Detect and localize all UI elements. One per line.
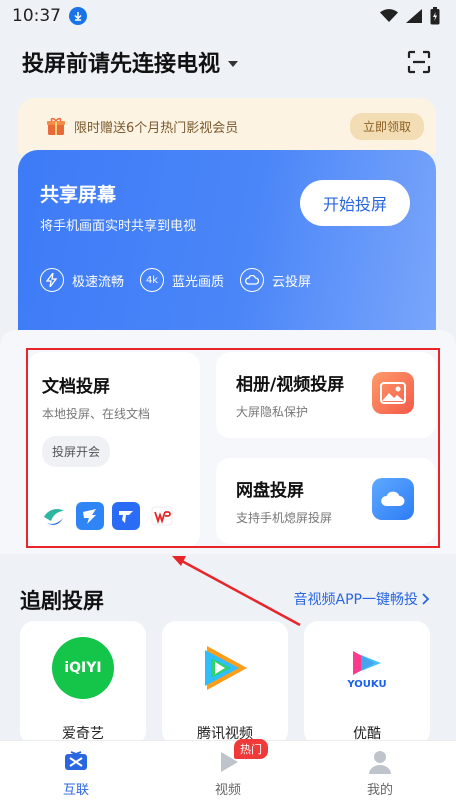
status-left: 10:37 [12,6,87,26]
connect-icon [65,751,87,770]
user-icon [369,751,391,774]
header: 投屏前请先连接电视 [0,40,456,84]
scan-button[interactable] [404,47,434,77]
feature-label: 蓝光画质 [172,274,225,290]
clock: 10:37 [12,6,61,26]
4k-icon: 4k [140,268,165,292]
nav-item-connect[interactable]: 互联 [26,749,126,798]
nav-item-video[interactable]: 热门 视频 [178,739,278,798]
album-video-cast-card[interactable]: 相册/视频投屏 大屏隐私保护 [216,352,436,438]
nav-label: 视频 [214,783,241,798]
doc-app-list [40,502,176,530]
signal-icon [406,9,422,23]
youku-logo-icon: YOUKU [336,637,398,699]
start-cast-button[interactable]: 开始投屏 [300,180,410,226]
meeting-cast-tag[interactable]: 投屏开会 [42,436,111,467]
nav-label: 互联 [62,783,89,798]
cloud-folder-icon [372,478,414,520]
wps-icon[interactable] [148,502,176,530]
caret-down-icon [228,60,239,67]
app-cast-link[interactable]: 音视频APP一键畅投 [294,589,430,609]
cloud-icon [240,268,265,292]
photo-icon [372,372,414,414]
feature-label: 极速流畅 [72,274,125,290]
promo-text: 限时赠送6个月热门影视会员 [74,120,239,136]
tencent-docs-icon[interactable] [40,502,68,530]
feature-list: 极速流畅 4k 蓝光画质 云投屏 [40,268,311,292]
app-card-youku[interactable]: YOUKU 优酷 [304,621,430,745]
iqiyi-logo-icon: iQIYI [52,637,114,699]
gift-icon [47,117,65,135]
feishu-docs-icon[interactable] [112,502,140,530]
scan-icon [407,50,431,74]
logo-text: YOUKU [347,678,387,690]
share-screen-card: 共享屏幕 将手机画面实时共享到电视 开始投屏 极速流畅 4k 蓝光画质 云投屏 [18,150,436,346]
page-title: 投屏前请先连接电视 [22,52,221,77]
feature-bluray: 4k 蓝光画质 [140,268,224,292]
app-card-iqiyi[interactable]: iQIYI 爱奇艺 [20,621,146,745]
cloud-disk-cast-card[interactable]: 网盘投屏 支持手机熄屏投屏 [216,458,436,544]
tencent-video-logo-icon [194,637,256,699]
nav-item-profile[interactable]: 我的 [330,749,430,798]
feature-label: 云投屏 [272,274,312,290]
bottom-nav: 互联 热门 视频 我的 [0,739,456,806]
dingtalk-icon[interactable] [76,502,104,530]
nav-label: 我的 [366,783,393,798]
status-right [380,7,440,25]
device-selector[interactable]: 投屏前请先连接电视 [22,46,239,78]
logo-text: iQIYI [64,660,102,676]
feature-fast: 极速流畅 [40,268,124,292]
wifi-icon [380,9,398,22]
download-icon [69,7,87,25]
link-label: 音视频APP一键畅投 [293,592,418,608]
app-card-tencent-video[interactable]: 腾讯视频 [162,621,288,745]
drama-cast-section: 追剧投屏 音视频APP一键畅投 iQIYI 爱奇艺 腾讯视频 YOUKU 优酷 [0,565,456,745]
promo-banner[interactable]: 限时赠送6个月热门影视会员 立即领取 [18,98,436,154]
status-bar: 10:37 [0,0,456,32]
card-title: 文档投屏 [42,377,110,397]
claim-button[interactable]: 立即领取 [349,112,424,140]
hot-badge: 热门 [234,739,268,759]
feature-cloud: 云投屏 [240,268,311,292]
lightning-icon [40,268,64,292]
card-subtitle: 本地投屏、在线文档 [42,407,151,421]
chevron-right-icon [422,593,430,605]
battery-icon [430,7,440,25]
document-cast-card[interactable]: 文档投屏 本地投屏、在线文档 投屏开会 [28,352,200,548]
section-title: 追剧投屏 [20,589,104,613]
